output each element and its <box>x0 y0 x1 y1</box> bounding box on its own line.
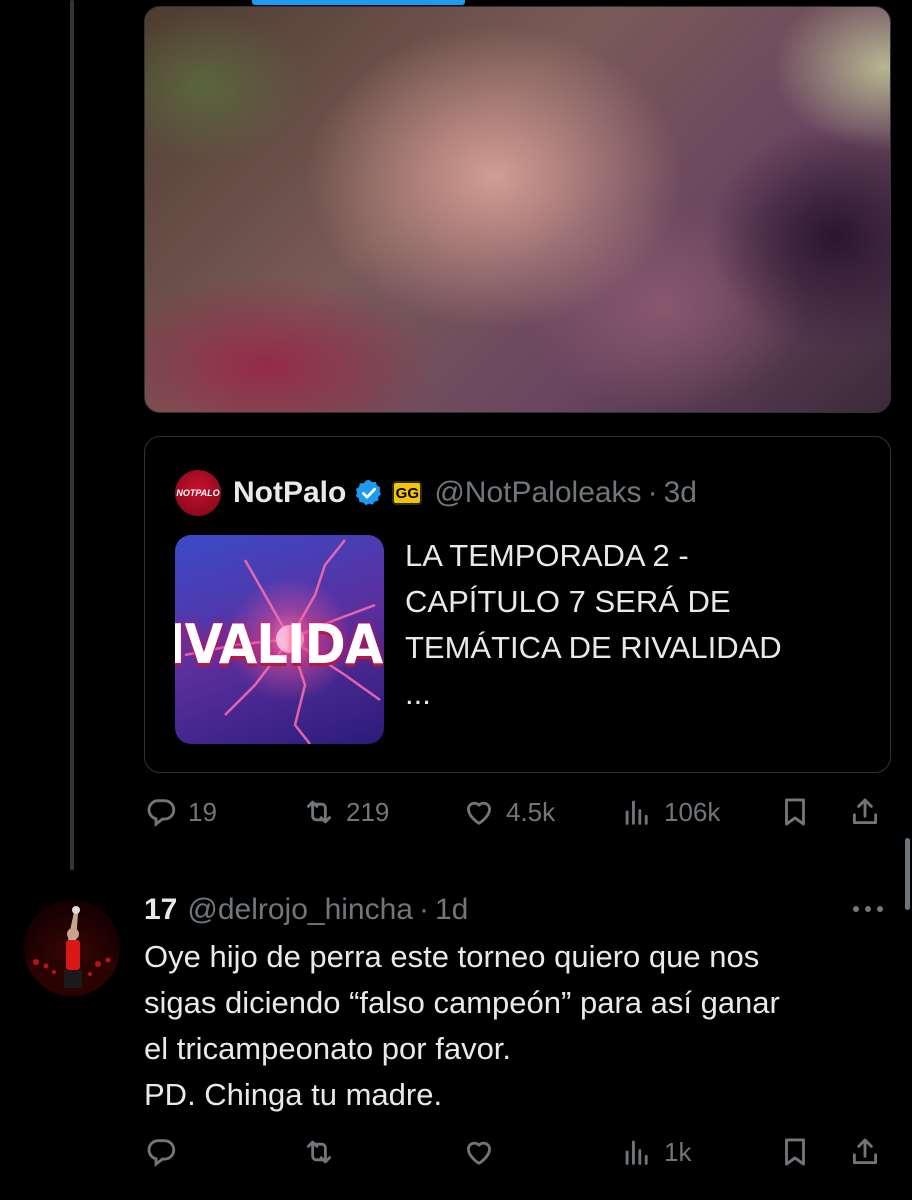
reply-separator: · <box>418 893 429 926</box>
quoted-tweet-text: LA TEMPORADA 2 - CAPÍTULO 7 SERÁ DE TEMÁ… <box>405 533 875 717</box>
verified-icon <box>356 479 382 506</box>
reply-reply-button[interactable] <box>144 1130 178 1174</box>
quoted-timestamp[interactable]: 3d <box>664 476 697 510</box>
thumbnail-title-text: IVALIDA <box>175 613 383 676</box>
reply-bookmark-button[interactable] <box>778 1130 812 1174</box>
reply-display-name[interactable]: 17 <box>144 893 177 927</box>
reply-text-line: sigas diciendo “falso campeón” para así … <box>144 985 780 1020</box>
like-icon <box>466 1141 492 1165</box>
quoted-text-line: LA TEMPORADA 2 - <box>405 538 689 573</box>
more-icon[interactable] <box>848 894 888 924</box>
reply-text-line: el tricampeonato por favor. <box>144 1031 512 1066</box>
like-icon <box>466 801 492 825</box>
share-icon <box>852 798 878 825</box>
bookmark-button[interactable] <box>778 790 812 834</box>
quoted-display-name[interactable]: NotPalo <box>233 476 346 510</box>
share-icon <box>852 1138 878 1165</box>
reply-text-line: PD. Chinga tu madre. <box>144 1077 443 1112</box>
reply-tweet-actions: 1k <box>144 1130 891 1174</box>
reply-views-count: 1k <box>664 1136 692 1167</box>
reply-share-button[interactable] <box>848 1130 882 1174</box>
reply-avatar[interactable] <box>24 900 120 996</box>
quoted-text-line: CAPÍTULO 7 SERÁ DE <box>405 584 731 619</box>
reply-icon <box>147 1139 176 1167</box>
repost-icon <box>306 800 332 824</box>
main-tweet-actions: 19 219 4.5k 106k <box>144 790 891 834</box>
reply-header: 17 @delrojo_hincha · 1d <box>144 888 468 932</box>
reply-timestamp[interactable]: 1d <box>435 893 468 927</box>
reply-text-line: Oye hijo de perra este torneo quiero que… <box>144 939 760 974</box>
avatar-photo <box>24 906 120 996</box>
repost-button[interactable]: 219 <box>302 790 389 834</box>
views-button[interactable]: 106k <box>620 790 720 834</box>
reply-icon <box>147 799 176 827</box>
thread-connector-line <box>70 0 74 870</box>
reply-like-button[interactable] <box>462 1130 496 1174</box>
loading-progress-bar <box>252 0 465 5</box>
quoted-tweet-card[interactable]: NOTPALO NotPalo GG @NotPaloleaks · 3d IV… <box>144 436 891 773</box>
reply-views-button[interactable]: 1k <box>620 1130 691 1174</box>
quoted-avatar[interactable]: NOTPALO <box>175 470 221 516</box>
quoted-avatar-logo-text: NOTPALO <box>176 488 220 498</box>
views-icon <box>625 800 648 825</box>
reply-tweet-text: Oye hijo de perra este torneo quiero que… <box>144 934 884 1118</box>
repost-icon <box>306 1140 332 1164</box>
reply-repost-button[interactable] <box>302 1130 336 1174</box>
quoted-text-line: ... <box>405 676 431 711</box>
quoted-separator: · <box>647 476 658 509</box>
reply-button[interactable]: 19 <box>144 790 217 834</box>
share-button[interactable] <box>848 790 882 834</box>
affiliate-badge: GG <box>392 481 423 505</box>
reply-handle[interactable]: @delrojo_hincha <box>187 893 413 927</box>
views-count: 106k <box>664 796 721 827</box>
quoted-text-line: TEMÁTICA DE RIVALIDAD <box>405 630 782 665</box>
quoted-tweet-header: NOTPALO NotPalo GG @NotPaloleaks · 3d <box>175 470 697 516</box>
quoted-thumbnail[interactable]: IVALIDA <box>175 535 384 744</box>
scrollbar[interactable] <box>905 838 910 910</box>
repost-count: 219 <box>346 796 390 827</box>
bookmark-icon <box>785 1138 805 1166</box>
reply-count: 19 <box>188 796 217 827</box>
blurred-media-image[interactable] <box>144 6 891 413</box>
quoted-handle[interactable]: @NotPaloleaks <box>434 476 641 510</box>
like-count: 4.5k <box>506 796 556 827</box>
bookmark-icon <box>785 798 805 826</box>
views-icon <box>625 1140 648 1165</box>
like-button[interactable]: 4.5k <box>462 790 555 834</box>
affiliate-badge-text: GG <box>395 484 420 502</box>
